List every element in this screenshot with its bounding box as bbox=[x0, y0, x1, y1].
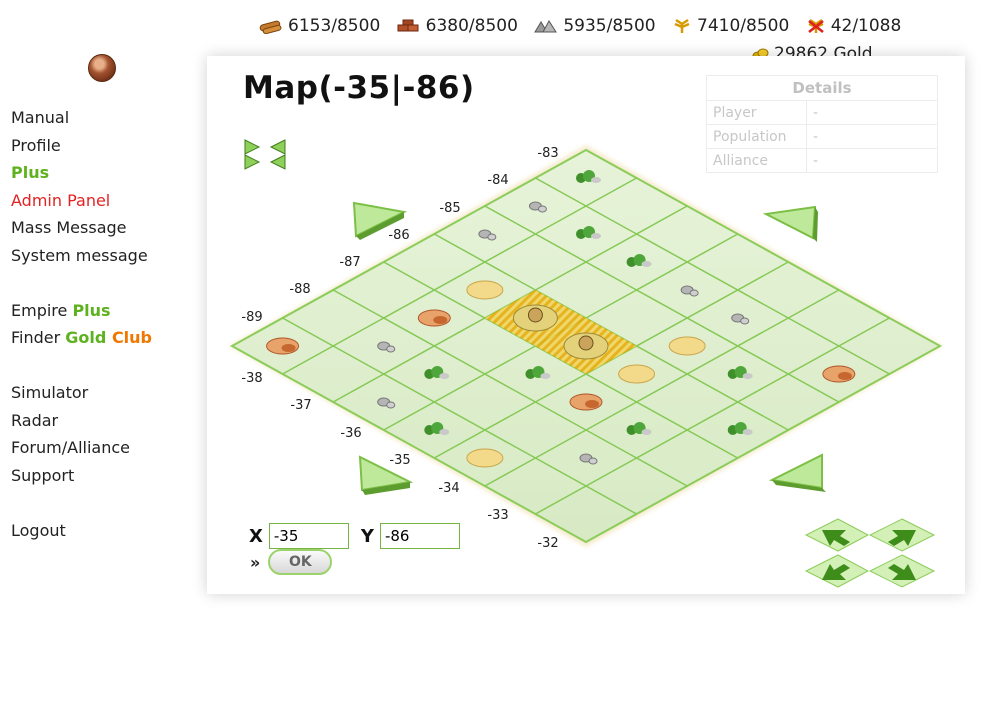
y-label: -86 bbox=[388, 228, 409, 243]
x-label: -35 bbox=[389, 453, 410, 468]
clay-pit-icon bbox=[281, 344, 296, 352]
y-label: -83 bbox=[537, 146, 558, 161]
wheat-field-icon bbox=[618, 364, 656, 384]
ok-row: » OK bbox=[250, 549, 333, 575]
x-input-label: X bbox=[249, 525, 263, 547]
x-label: -33 bbox=[487, 508, 508, 523]
rock-icon bbox=[742, 429, 753, 435]
arrow-up-right-button[interactable] bbox=[762, 205, 818, 242]
rock-icon bbox=[386, 345, 396, 353]
village-tower-icon bbox=[527, 307, 543, 323]
rock-icon bbox=[689, 289, 699, 297]
x-label: -36 bbox=[340, 426, 361, 441]
isometric-map: -83 -84 -85 -86 -87 -88 -89 -38 -37 -36 … bbox=[229, 139, 943, 588]
rock-icon bbox=[740, 317, 750, 325]
y-coordinate-input[interactable] bbox=[379, 523, 460, 549]
arrow-down-right-button[interactable] bbox=[768, 453, 826, 492]
fullscreen-icon[interactable] bbox=[244, 139, 286, 170]
y-input-label: Y bbox=[360, 525, 374, 547]
rock-icon bbox=[537, 205, 547, 213]
y-label: -87 bbox=[339, 255, 360, 270]
rock-icon bbox=[591, 177, 601, 183]
clay-pit-icon bbox=[433, 316, 448, 324]
raquo-marker: » bbox=[250, 552, 261, 572]
x-coordinate-input[interactable] bbox=[268, 523, 349, 549]
rock-icon bbox=[742, 373, 753, 379]
coordinate-form: X Y bbox=[249, 523, 472, 549]
y-label: -89 bbox=[241, 310, 262, 325]
wheat-field-icon bbox=[466, 448, 504, 468]
wheat-field-icon bbox=[668, 336, 706, 356]
rock-icon bbox=[641, 261, 652, 267]
x-label: -37 bbox=[290, 398, 311, 413]
rock-icon bbox=[439, 429, 450, 435]
rock-icon bbox=[588, 457, 598, 465]
y-label: -84 bbox=[487, 173, 508, 188]
clay-pit-icon bbox=[585, 400, 599, 408]
wheat-field-icon bbox=[466, 280, 504, 300]
y-label: -88 bbox=[289, 282, 310, 297]
rock-icon bbox=[591, 233, 601, 239]
x-label: -34 bbox=[438, 481, 459, 496]
y-label: -85 bbox=[439, 201, 460, 216]
village-tower-icon bbox=[578, 335, 594, 351]
rock-icon bbox=[641, 429, 652, 435]
rock-icon bbox=[540, 373, 551, 379]
x-label: -32 bbox=[537, 536, 558, 551]
clay-pit-icon bbox=[837, 372, 852, 380]
ok-button[interactable]: OK bbox=[268, 549, 333, 575]
rock-icon bbox=[487, 233, 497, 241]
rock-icon bbox=[386, 401, 396, 409]
direction-pad[interactable] bbox=[804, 518, 936, 588]
x-label: -38 bbox=[241, 371, 262, 386]
rock-icon bbox=[439, 373, 450, 379]
